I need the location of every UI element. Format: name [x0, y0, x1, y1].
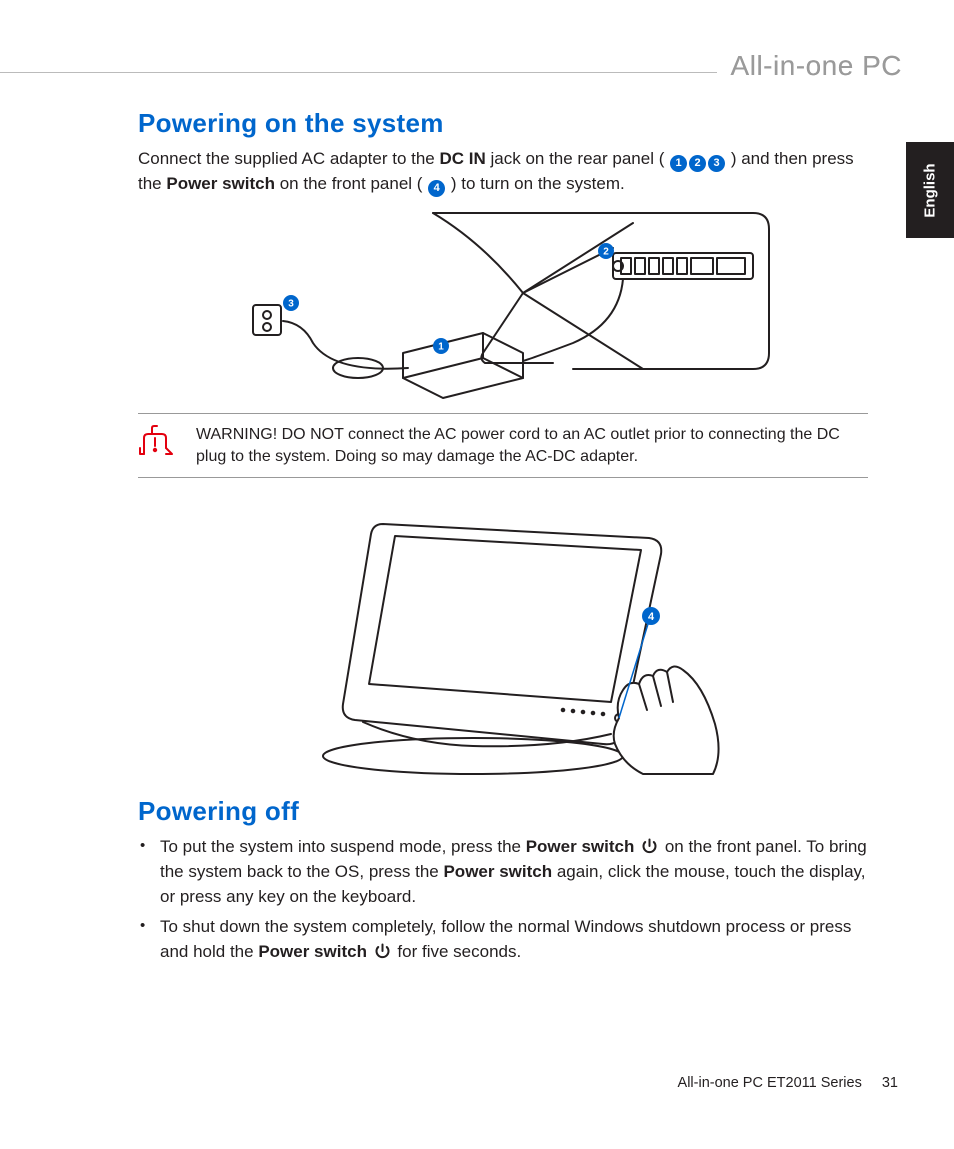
text: on the front panel ( — [275, 174, 427, 193]
power-icon — [374, 943, 391, 960]
bold-power-switch: Power switch — [443, 862, 552, 881]
text: To put the system into suspend mode, pre… — [160, 837, 526, 856]
fig1-callout-1: 1 — [438, 342, 444, 353]
text: Connect the supplied AC adapter to the — [138, 149, 439, 168]
language-label: English — [922, 163, 939, 217]
bullet-2: To shut down the system completely, foll… — [160, 915, 868, 964]
bullet-1: To put the system into suspend mode, pre… — [160, 835, 868, 909]
warning-block: WARNING! DO NOT connect the AC power cor… — [138, 413, 868, 478]
callout-1: 1 — [670, 155, 687, 172]
heading-powering-off: Powering off — [138, 796, 868, 827]
brand-title: All-in-one PC — [717, 50, 902, 82]
para-powering-on: Connect the supplied AC adapter to the D… — [138, 147, 868, 197]
figure-rear-panel: 1 2 3 — [138, 203, 868, 403]
footer-series: All-in-one PC ET2011 Series — [678, 1075, 862, 1091]
fig1-callout-2: 2 — [603, 247, 609, 258]
power-icon — [641, 838, 658, 855]
callout-2: 2 — [689, 155, 706, 172]
callout-3: 3 — [708, 155, 725, 172]
fig2-callout-4: 4 — [648, 611, 655, 623]
callout-4: 4 — [428, 180, 445, 197]
bullet-list: To put the system into suspend mode, pre… — [138, 835, 868, 964]
bold-power-switch: Power switch — [258, 942, 367, 961]
heading-powering-on: Powering on the system — [138, 108, 868, 139]
text: jack on the rear panel ( — [486, 149, 669, 168]
page-number: 31 — [882, 1075, 898, 1091]
bold-dc-in: DC IN — [439, 149, 485, 168]
warning-icon — [138, 424, 176, 462]
page-footer: All-in-one PC ET2011 Series 31 — [678, 1075, 898, 1091]
fig1-callout-3: 3 — [288, 299, 294, 310]
figure-front-panel: 4 — [138, 484, 868, 784]
section-powering-off: Powering off To put the system into susp… — [138, 796, 868, 964]
warning-text: WARNING! DO NOT connect the AC power cor… — [196, 424, 868, 467]
bold-power-switch: Power switch — [526, 837, 635, 856]
text: for five seconds. — [397, 942, 521, 961]
language-tab: English — [906, 142, 954, 238]
page-content: Powering on the system Connect the suppl… — [138, 108, 868, 971]
text: ) to turn on the system. — [446, 174, 625, 193]
bold-power-switch: Power switch — [166, 174, 275, 193]
